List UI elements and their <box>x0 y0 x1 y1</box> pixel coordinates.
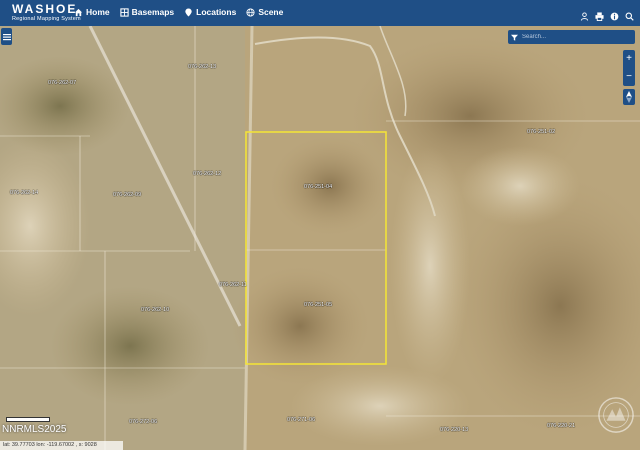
top-header: WASHOE Regional Mapping System Home Base… <box>0 0 640 26</box>
coordinate-readout: lat: 39.77703 lon: -119.67002 , s: 9028 <box>0 441 123 450</box>
parcel-label: 076-220-21 <box>547 423 576 429</box>
nav-basemaps[interactable]: Basemaps <box>119 7 175 17</box>
parcel-label: 076-262-10 <box>141 307 170 313</box>
nav-home-label: Home <box>86 7 110 17</box>
parcel-label: 076-262-13 <box>188 64 217 70</box>
zoom-control: + − <box>623 50 635 86</box>
search-icon <box>625 12 634 21</box>
compass-icon <box>626 91 632 103</box>
satellite-imagery <box>0 26 640 450</box>
user-icon <box>580 12 589 21</box>
parcel-label: 076-220-13 <box>440 427 469 433</box>
watermark-text: NNRMLS2025 <box>2 424 67 435</box>
info-icon <box>610 12 619 21</box>
nav-scene[interactable]: Scene <box>246 7 283 17</box>
parcel-label: 076-262-11 <box>219 282 247 288</box>
search-button[interactable] <box>625 8 634 26</box>
zoom-in-button[interactable]: + <box>623 50 635 68</box>
parcel-label: 076-262-09 <box>113 192 142 198</box>
nav-locations[interactable]: Locations <box>184 7 236 17</box>
parcel-label: 076-262-14 <box>10 190 39 196</box>
layer-menu-button[interactable] <box>1 28 12 45</box>
filter-button[interactable] <box>508 30 520 44</box>
county-seal-icon <box>598 397 634 433</box>
parcel-label: 076-251-02 <box>527 129 556 135</box>
compass-button[interactable] <box>623 89 635 105</box>
zoom-out-button[interactable]: − <box>623 68 635 86</box>
scale-bar <box>6 417 50 422</box>
info-button[interactable] <box>610 8 619 26</box>
parcel-label: 076-251-05 <box>304 302 333 308</box>
app-title: WASHOE <box>12 2 78 16</box>
main-nav: Home Basemaps Locations Scene <box>74 7 283 17</box>
parcel-label: 076-272-06 <box>129 419 158 425</box>
map-search-input[interactable] <box>520 32 632 42</box>
hamburger-icon <box>2 33 11 40</box>
layers-icon <box>119 7 129 17</box>
user-button[interactable] <box>580 8 589 26</box>
app-subtitle: Regional Mapping System <box>12 16 81 22</box>
home-icon <box>74 8 83 16</box>
header-tools <box>580 8 634 26</box>
map-search-box <box>508 30 635 44</box>
print-icon <box>595 12 604 21</box>
nav-home[interactable]: Home <box>74 7 110 17</box>
pin-icon <box>185 7 192 17</box>
map-view[interactable]: 076-262-07 076-262-13 076-262-14 076-262… <box>0 26 640 450</box>
nav-scene-label: Scene <box>258 7 284 17</box>
parcel-label: 076-251-04 <box>304 184 333 190</box>
filter-icon <box>510 34 518 41</box>
parcel-label: 076-262-07 <box>48 80 77 86</box>
parcel-label: 076-262-12 <box>193 171 222 177</box>
nav-locations-label: Locations <box>196 7 237 17</box>
globe-icon <box>246 7 255 17</box>
parcel-label: 076-271-06 <box>287 417 316 423</box>
nav-basemaps-label: Basemaps <box>131 7 175 17</box>
app-logo[interactable]: WASHOE Regional Mapping System <box>12 3 81 23</box>
print-button[interactable] <box>595 8 604 26</box>
